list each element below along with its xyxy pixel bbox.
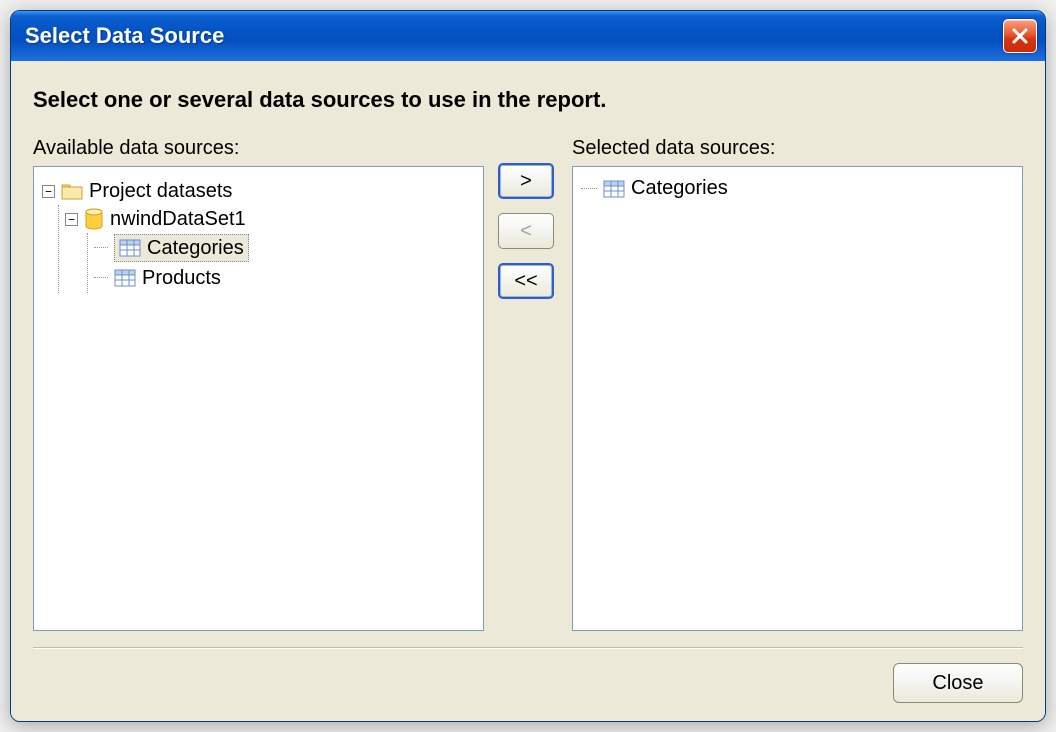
tree-leaf-label: Products (142, 267, 221, 290)
tree-children-level1: − nwindDataSet1 (58, 205, 475, 293)
selected-item-row[interactable]: Categories (581, 177, 1014, 200)
folder-icon (61, 182, 83, 200)
transfer-buttons-column: > < << (498, 137, 558, 631)
selected-listbox[interactable]: Categories (572, 166, 1023, 631)
tree-leaf-selected: Categories (114, 234, 249, 262)
database-icon (84, 208, 104, 230)
tree-children-level2: Categories (87, 233, 475, 293)
tree-leaf-label: Categories (147, 237, 244, 260)
tree-connector (581, 188, 597, 189)
window-title: Select Data Source (25, 23, 1003, 49)
window-close-button[interactable] (1003, 19, 1037, 53)
columns-layout: Available data sources: − Project datase… (33, 137, 1023, 631)
titlebar: Select Data Source (11, 11, 1045, 61)
available-listbox[interactable]: − Project datasets − (33, 166, 484, 631)
table-icon (114, 269, 136, 287)
tree-node-dataset[interactable]: − nwindDataSet1 (65, 205, 475, 233)
selected-label: Selected data sources: (572, 137, 1023, 160)
available-label: Available data sources: (33, 137, 484, 160)
selected-item-label: Categories (631, 177, 728, 200)
selected-column: Selected data sources: Categories (572, 137, 1023, 631)
dialog-footer: Close (33, 663, 1023, 703)
dialog-window: Select Data Source Select one or several… (10, 10, 1046, 722)
tree-node-label: nwindDataSet1 (110, 208, 246, 231)
tree-expander[interactable]: − (42, 185, 55, 198)
remove-all-button[interactable]: << (498, 263, 554, 299)
tree-expander[interactable]: − (65, 213, 78, 226)
instruction-text: Select one or several data sources to us… (33, 87, 1023, 113)
close-button[interactable]: Close (893, 663, 1023, 703)
tree-node-label: Project datasets (89, 180, 232, 203)
tree-leaf-categories[interactable]: Categories (94, 233, 475, 263)
available-column: Available data sources: − Project datase… (33, 137, 484, 631)
dialog-content: Select one or several data sources to us… (11, 61, 1045, 721)
add-button[interactable]: > (498, 163, 554, 199)
close-icon (1011, 27, 1029, 45)
table-icon (119, 239, 141, 257)
tree-leaf-products[interactable]: Products (94, 263, 475, 293)
table-icon (603, 180, 625, 198)
remove-button[interactable]: < (498, 213, 554, 249)
tree-node-root[interactable]: − Project datasets (42, 177, 475, 205)
footer-divider (33, 647, 1023, 649)
